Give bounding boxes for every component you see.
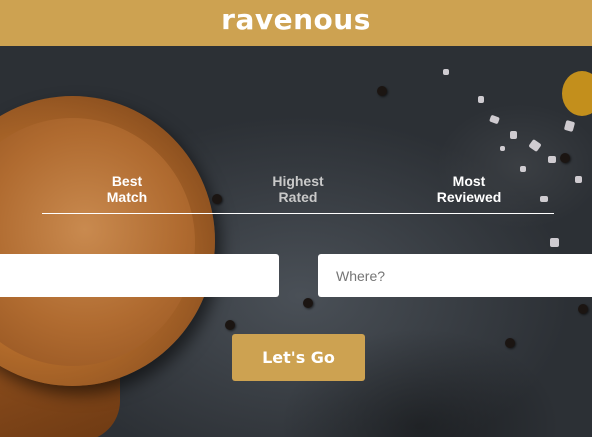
- search-term-field[interactable]: [0, 254, 279, 297]
- salt-crystal: [443, 69, 449, 75]
- sort-label: Best: [111, 173, 143, 189]
- peppercorn: [303, 298, 313, 308]
- salt-crystal: [550, 238, 559, 247]
- sort-label: Reviewed: [436, 189, 502, 205]
- sort-label: Rated: [278, 189, 318, 205]
- sort-most-reviewed[interactable]: Most Reviewed: [384, 173, 554, 213]
- sort-label: Most: [452, 173, 486, 189]
- sort-options-bar: Best Match Highest Rated Most Reviewed: [42, 173, 554, 214]
- peppercorn: [578, 304, 588, 314]
- salt-crystal: [478, 96, 484, 103]
- sort-best-match[interactable]: Best Match: [42, 173, 212, 213]
- salt-crystal: [520, 166, 526, 172]
- salt-crystal: [575, 176, 582, 183]
- brand-logo: ravenous: [221, 2, 371, 36]
- sort-highest-rated[interactable]: Highest Rated: [213, 173, 383, 213]
- peppercorn: [377, 86, 387, 96]
- salt-crystal: [563, 120, 576, 132]
- salt-crystal: [548, 156, 556, 163]
- salt-crystal: [510, 131, 517, 139]
- peppercorn: [225, 320, 235, 330]
- spice-decoration: [562, 71, 592, 116]
- location-input[interactable]: [336, 254, 592, 297]
- peppercorn: [505, 338, 515, 348]
- salt-crystal: [528, 138, 542, 153]
- search-term-input[interactable]: [8, 254, 279, 297]
- salt-crystal: [500, 146, 505, 151]
- app-header: ravenous: [0, 0, 592, 46]
- location-field[interactable]: [318, 254, 592, 297]
- salt-crystal: [489, 114, 500, 125]
- peppercorn: [560, 153, 570, 163]
- sort-label: Highest: [272, 173, 324, 189]
- lets-go-button[interactable]: Let's Go: [232, 334, 365, 381]
- sort-label: Match: [106, 189, 148, 205]
